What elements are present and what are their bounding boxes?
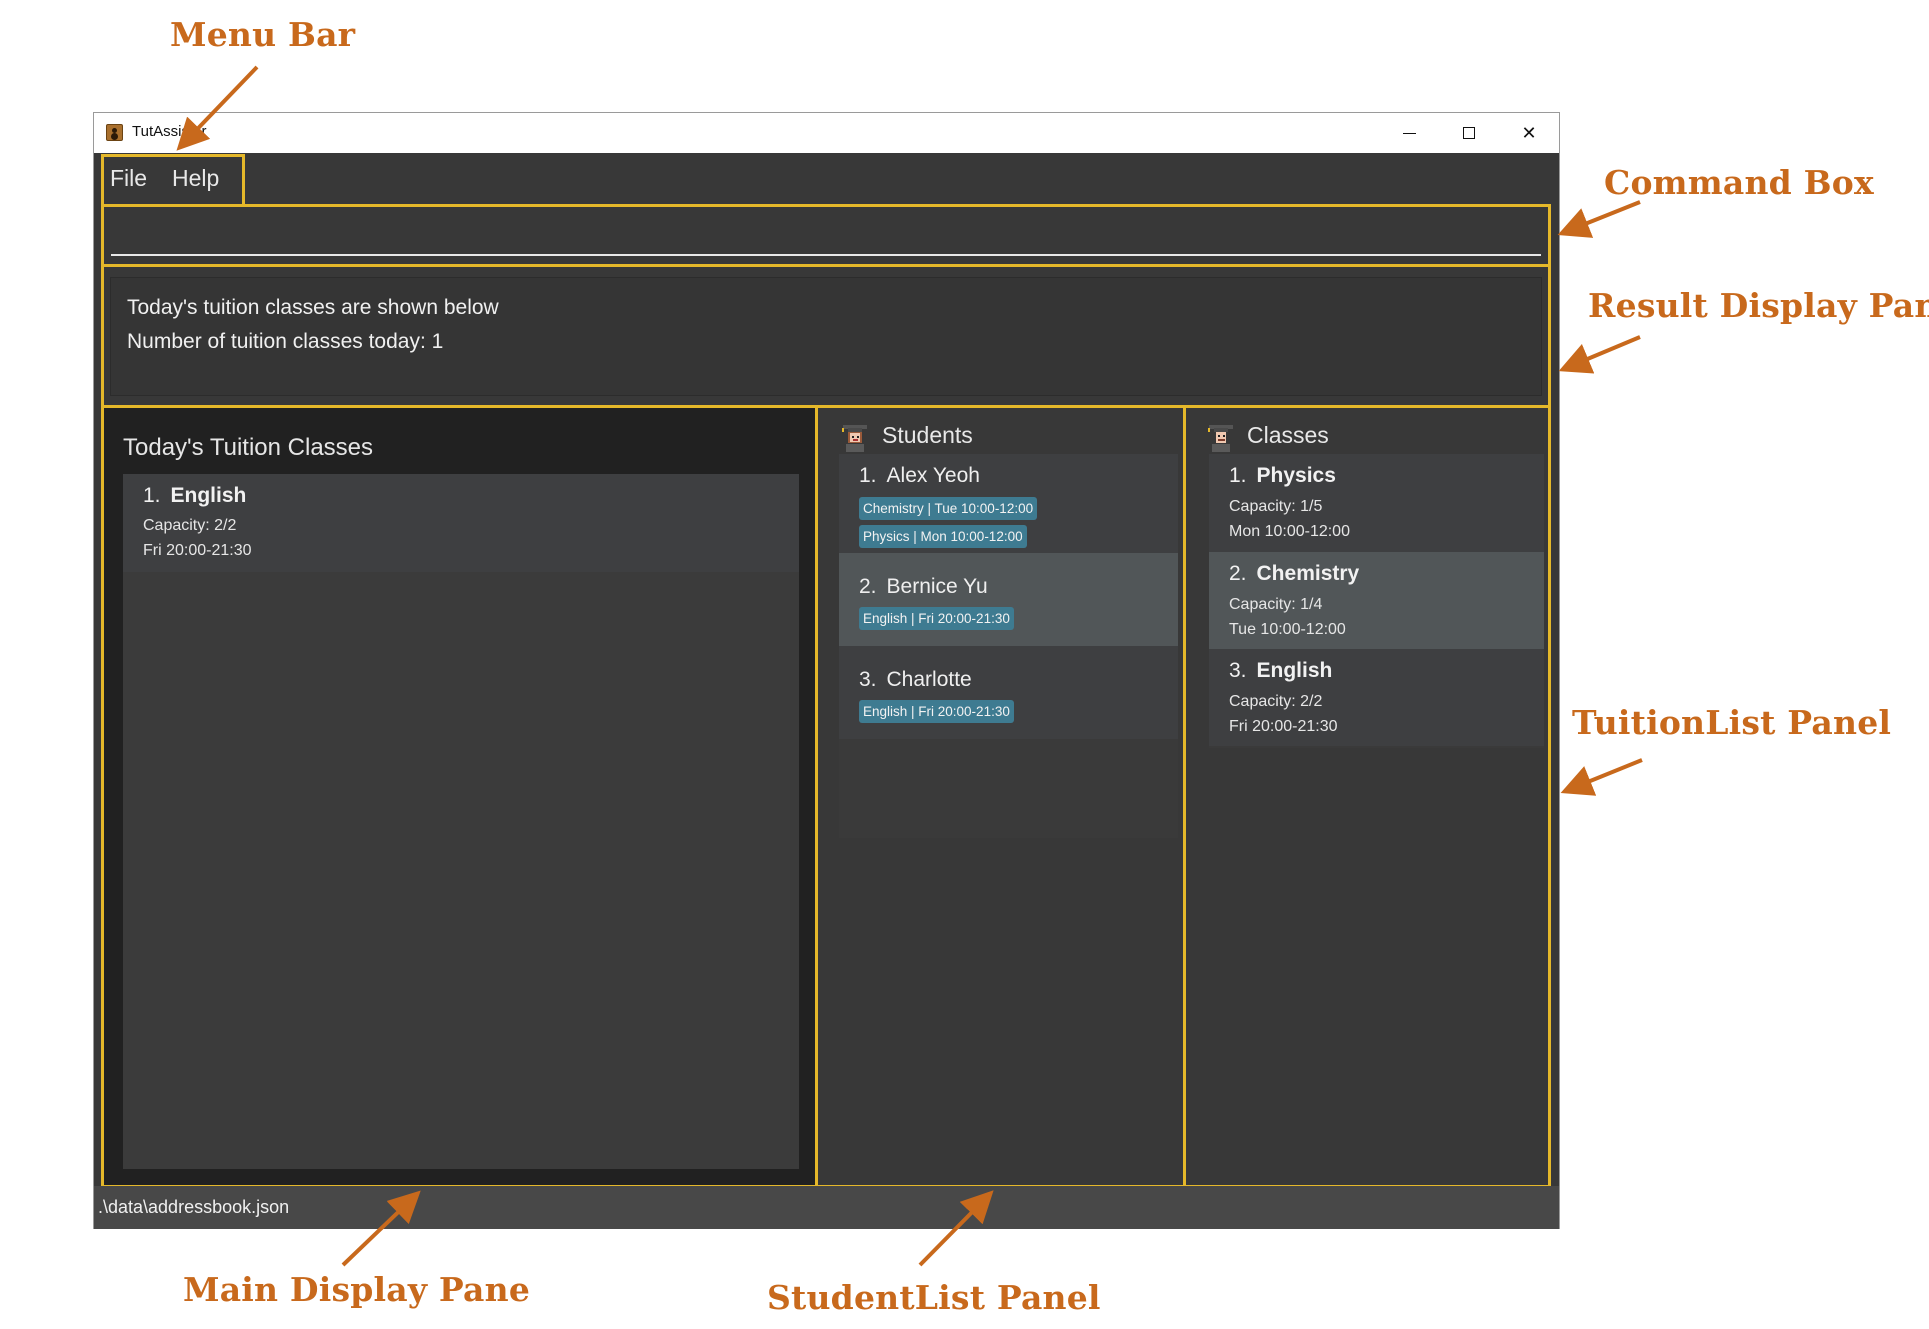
annotation-main-display-pane: Main Display Pane xyxy=(183,1270,531,1309)
maximize-button[interactable] xyxy=(1439,113,1499,153)
close-icon: ✕ xyxy=(1521,122,1537,144)
annotation-studentlist-panel: StudentList Panel xyxy=(767,1278,1101,1317)
close-button[interactable]: ✕ xyxy=(1499,113,1559,153)
window-title: TutAssistor xyxy=(132,123,207,140)
maximize-icon xyxy=(1463,127,1475,139)
tuition-list-highlight xyxy=(1183,405,1551,1188)
menu-bar: File Help xyxy=(94,153,1559,204)
arrow-result-display-pane xyxy=(1558,335,1641,374)
annotation-tuitionlist-panel: TuitionList Panel xyxy=(1572,703,1892,742)
app-window: TutAssistor ✕ File Help Today's tuition … xyxy=(93,112,1560,1229)
minimize-icon xyxy=(1402,132,1416,134)
result-display-highlight xyxy=(101,264,1551,408)
command-box-highlight xyxy=(101,204,1551,267)
annotation-menu-bar: Menu Bar xyxy=(170,15,356,54)
main-display-highlight xyxy=(101,405,818,1188)
menu-bar-highlight xyxy=(101,154,245,207)
arrow-command-box xyxy=(1557,200,1641,238)
title-bar[interactable]: TutAssistor ✕ xyxy=(94,113,1559,153)
annotation-command-box: Command Box xyxy=(1604,163,1874,202)
save-file-path: .\data\addressbook.json xyxy=(98,1197,290,1217)
arrow-tuitionlist-panel xyxy=(1560,758,1643,796)
annotation-result-display-pane: Result Display Pane xyxy=(1588,286,1929,325)
minimize-button[interactable] xyxy=(1379,113,1439,153)
app-icon xyxy=(106,124,123,141)
status-bar: .\data\addressbook.json xyxy=(94,1186,1559,1229)
